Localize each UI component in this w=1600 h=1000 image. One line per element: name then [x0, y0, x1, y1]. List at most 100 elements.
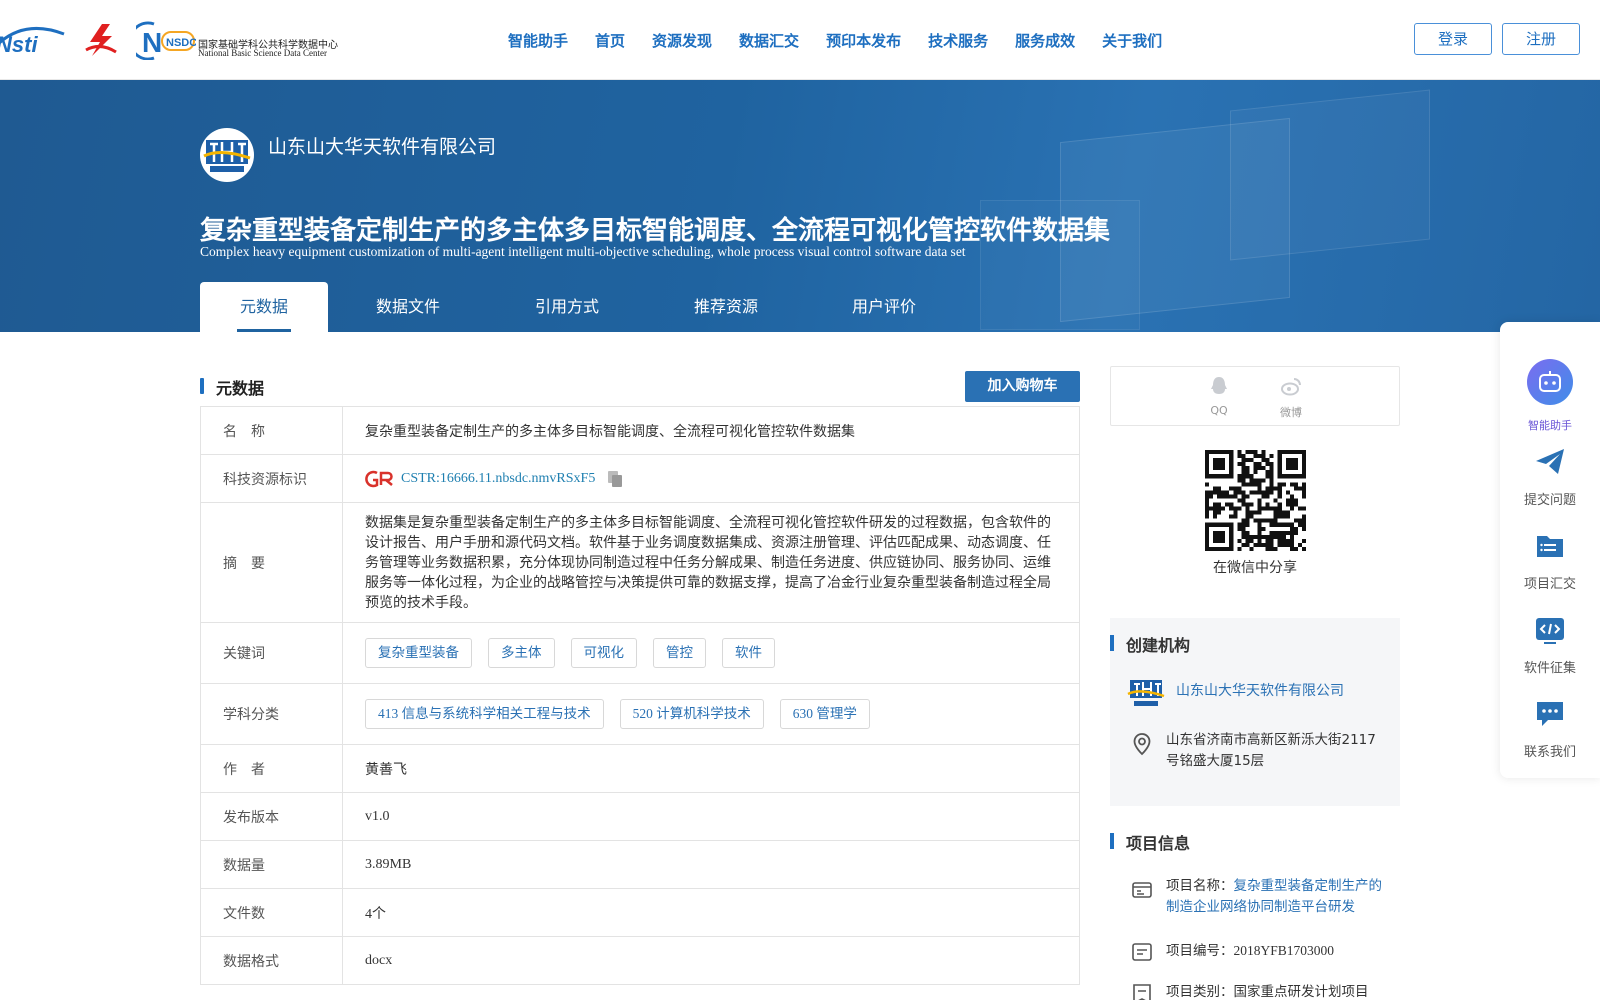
share-weibo[interactable]: 微博 [1271, 375, 1311, 420]
qq-label: QQ [1210, 404, 1228, 417]
nav-discover[interactable]: 资源发现 [652, 30, 712, 51]
org-logo[interactable] [200, 128, 254, 182]
register-button[interactable]: 注册 [1502, 23, 1580, 55]
cstr-identifier-link[interactable]: CSTR:16666.11.nbsdc.nmvRSxF5 [401, 471, 595, 487]
org-logo-icon [201, 129, 253, 181]
nav-assistant[interactable]: 智能助手 [508, 30, 568, 51]
subject-tag[interactable]: 520 计算机科学技术 [619, 699, 764, 729]
nsti-logo[interactable]: Nsti [0, 22, 68, 58]
project-number-value: 2018YFB1703000 [1233, 943, 1335, 958]
tab-user-reviews[interactable]: 用户评价 [806, 282, 962, 332]
dataset-banner: 山东山大华天软件有限公司 复杂重型装备定制生产的多主体多目标智能调度、全流程可视… [0, 80, 1600, 332]
wechat-qr-code [1205, 450, 1306, 551]
weibo-icon [1281, 378, 1301, 396]
row-label-keywords: 关键词 [201, 623, 343, 683]
table-row: 摘 要 数据集是复杂重型装备定制生产的多主体多目标智能调度、全流程可视化管控软件… [201, 503, 1079, 623]
row-label-size: 数据量 [201, 841, 343, 888]
dataset-tabs: 元数据 数据文件 引用方式 推荐资源 用户评价 [200, 282, 962, 332]
chat-bubble-icon [1537, 702, 1563, 726]
dataset-title: 复杂重型装备定制生产的多主体多目标智能调度、全流程可视化管控软件数据集 [200, 216, 1111, 246]
creator-org-logo[interactable] [1126, 674, 1166, 710]
qq-icon [1211, 377, 1227, 394]
row-label-identifier: 科技资源标识 [201, 455, 343, 502]
svg-text:N: N [142, 27, 162, 58]
creator-address: 山东省济南市高新区新泺大街2117号铭盛大厦15层 [1166, 732, 1376, 769]
project-number-label: 项目编号： [1166, 943, 1234, 959]
keyword-tag[interactable]: 软件 [722, 638, 775, 668]
institute-logo[interactable] [82, 22, 120, 58]
row-label-author: 作 者 [201, 745, 343, 792]
project-name-text: 项目名称：复杂重型装备定制生产的制造企业网络协同制造平台研发 [1166, 876, 1382, 918]
float-project-submit-label: 项目汇交 [1523, 577, 1576, 592]
table-row: 发布版本 v1.0 [201, 793, 1079, 841]
table-row: 学科分类 413 信息与系统科学相关工程与技术 520 计算机科学技术 630 … [201, 684, 1079, 745]
tab-metadata[interactable]: 元数据 [200, 282, 328, 332]
float-contact-us[interactable]: 联系我们 [1500, 698, 1600, 760]
keyword-tag[interactable]: 管控 [653, 638, 706, 668]
table-row: 数据量 3.89MB [201, 841, 1079, 889]
project-category-text: 项目类别：国家重点研发计划项目 [1166, 982, 1382, 1000]
nav-about[interactable]: 关于我们 [1102, 30, 1162, 51]
nav-service-results[interactable]: 服务成效 [1015, 30, 1075, 51]
nav-tech-service[interactable]: 技术服务 [928, 30, 988, 51]
keyword-tag[interactable]: 多主体 [488, 638, 555, 668]
add-to-cart-button[interactable]: 加入购物车 [965, 371, 1080, 402]
creator-card: 创建机构 山东山大华天软件有限公司 山东省济南市高新区新泺大街2117号铭盛大厦… [1110, 618, 1400, 806]
row-label-file-count: 文件数 [201, 889, 343, 936]
section-accent-bar [200, 378, 204, 394]
project-title: 项目信息 [1126, 834, 1191, 853]
section-accent-bar [1110, 833, 1114, 849]
row-label-version: 发布版本 [201, 793, 343, 840]
nsdc-logo[interactable]: N NSDC 国家基础学科公共科学数据中心 National Basic Sci… [128, 20, 352, 61]
keyword-tag[interactable]: 复杂重型装备 [365, 638, 472, 668]
folder-list-icon [1537, 536, 1563, 557]
metadata-section-title: 元数据 [216, 379, 265, 398]
table-row: 关键词 复杂重型装备 多主体 可视化 管控 软件 [201, 623, 1079, 684]
creator-org-link[interactable]: 山东山大华天软件有限公司 [1176, 680, 1344, 700]
float-submit-question-label: 提交问题 [1523, 493, 1576, 508]
tab-recommended[interactable]: 推荐资源 [646, 282, 806, 332]
size-value: 3.89MB [365, 856, 412, 872]
float-project-submit[interactable]: 项目汇交 [1500, 530, 1600, 592]
login-button[interactable]: 登录 [1414, 23, 1492, 55]
banner-decoration [1230, 89, 1430, 261]
share-qq[interactable]: QQ [1199, 375, 1239, 417]
nav-preprint[interactable]: 预印本发布 [826, 30, 901, 51]
abstract-value: 数据集是复杂重型装备定制生产的多主体多目标智能调度、全流程可视化管控软件研发的过… [365, 514, 1051, 611]
table-row: 作 者 黄善飞 [201, 745, 1079, 793]
keywords-cell: 复杂重型装备 多主体 可视化 管控 软件 [343, 623, 1079, 683]
paper-plane-icon [1536, 449, 1564, 474]
document-icon [1132, 943, 1152, 961]
float-assistant[interactable]: 智能助手 [1500, 358, 1600, 433]
subject-tag[interactable]: 630 管理学 [779, 699, 870, 729]
float-assistant-label: 智能助手 [1528, 419, 1572, 432]
share-box: QQ 微博 [1110, 366, 1400, 426]
table-row: 文件数 4个 [201, 889, 1079, 937]
copy-icon[interactable] [607, 470, 623, 488]
keyword-tag[interactable]: 可视化 [570, 638, 637, 668]
tab-data-files[interactable]: 数据文件 [328, 282, 488, 332]
nav-home[interactable]: 首页 [595, 30, 625, 51]
project-number-text: 项目编号：2018YFB1703000 [1166, 940, 1382, 962]
weibo-label: 微博 [1280, 406, 1302, 419]
nav-data-submit[interactable]: 数据汇交 [739, 30, 799, 51]
robot-assistant-icon [1527, 359, 1573, 405]
nsdc-emblem-icon: N NSDC [128, 21, 197, 61]
project-name-label: 项目名称： [1166, 878, 1234, 894]
float-software-collection[interactable]: 软件征集 [1500, 614, 1600, 676]
row-label-abstract: 摘 要 [201, 503, 343, 622]
banner-org-name[interactable]: 山东山大华天软件有限公司 [268, 132, 496, 159]
file-count-value: 4个 [365, 906, 386, 922]
nsdc-english-name: National Basic Science Data Center [198, 48, 327, 58]
main-nav: 智能助手 首页 资源发现 数据汇交 预印本发布 技术服务 服务成效 关于我们 [508, 0, 1189, 80]
version-value: v1.0 [365, 808, 390, 824]
float-submit-question[interactable]: 提交问题 [1500, 446, 1600, 508]
tab-citation[interactable]: 引用方式 [488, 282, 646, 332]
table-row: 科技资源标识 CSTR:16666.11.nbsdc.nmvRSxF5 [201, 455, 1079, 503]
location-pin-icon [1133, 733, 1151, 756]
subject-tag[interactable]: 413 信息与系统科学相关工程与技术 [365, 699, 604, 729]
subjects-cell: 413 信息与系统科学相关工程与技术 520 计算机科学技术 630 管理学 [343, 684, 1079, 744]
table-row: 名 称 复杂重型装备定制生产的多主体多目标智能调度、全流程可视化管控软件数据集 [201, 407, 1079, 455]
row-label-format: 数据格式 [201, 937, 343, 984]
dataset-subtitle: Complex heavy equipment customization of… [200, 244, 966, 259]
